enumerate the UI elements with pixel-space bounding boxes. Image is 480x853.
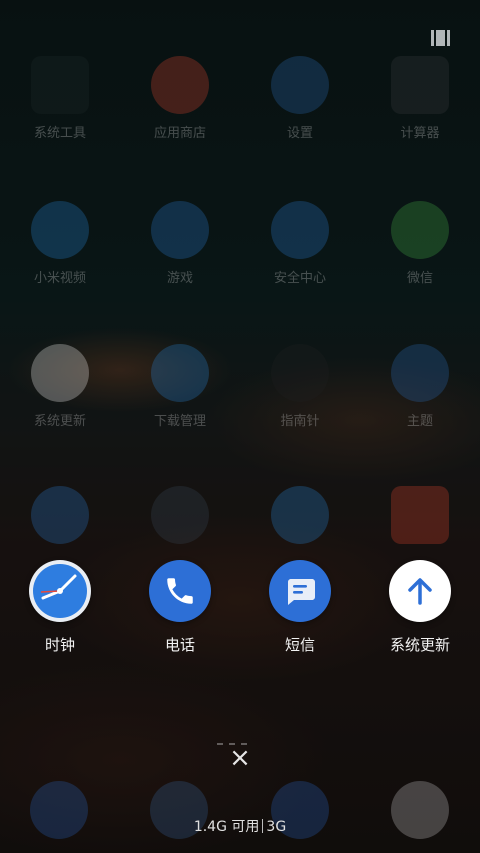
recent-app-phone[interactable]: 电话 [120, 560, 240, 655]
app-label: 系统更新 [389, 636, 450, 654]
bg-app-calculator: 计算器 [360, 56, 480, 166]
gamepad-icon [151, 201, 209, 259]
page-indicator [217, 730, 263, 745]
app-label: 安全中心 [273, 271, 326, 286]
bg-app-wechat: 微信 [360, 201, 480, 311]
bg-app-system-update: 系统更新 [0, 344, 120, 454]
bg-app-compass: 指南针 [240, 344, 360, 454]
play-icon [31, 201, 89, 259]
theme-icon [391, 344, 449, 402]
bg-app-themes: 主题 [360, 344, 480, 454]
folder-icon [31, 486, 89, 544]
gear-icon [271, 56, 329, 114]
background-dock [0, 775, 480, 853]
compass-icon [271, 344, 329, 402]
video-icon [151, 486, 209, 544]
message-icon [269, 560, 331, 622]
app-label: 时钟 [44, 636, 75, 654]
wechat-icon [391, 201, 449, 259]
divider [262, 819, 264, 833]
recent-app-system-update[interactable]: 系统更新 [360, 560, 480, 655]
app-label: 主题 [406, 414, 433, 429]
app-label: 计算器 [400, 126, 440, 141]
app-label: 系统更新 [33, 414, 86, 429]
app-label: 指南针 [280, 414, 320, 429]
bg-app-store: 应用商店 [120, 56, 240, 166]
app-label: 游戏 [166, 271, 193, 286]
memory-status: 1.4G 可用 3G [0, 816, 480, 836]
memory-available: 1.4G 可用 [193, 819, 260, 835]
bg-app-games: 游戏 [120, 201, 240, 311]
arrow-up-icon [389, 560, 451, 622]
app-label: 下载管理 [153, 414, 206, 429]
app-label: 短信 [284, 636, 315, 654]
clock-icon [271, 486, 329, 544]
recent-apps-row: 时钟 电话 短信 系统更新 [0, 560, 480, 660]
bg-app-downloads: 下载管理 [120, 344, 240, 454]
mi-store-icon [151, 56, 209, 114]
recent-app-messages[interactable]: 短信 [240, 560, 360, 655]
bg-app-security: 安全中心 [240, 201, 360, 311]
download-icon [151, 344, 209, 402]
bg-app-settings: 设置 [240, 56, 360, 166]
app-label: 应用商店 [153, 126, 206, 141]
app-label: 小米视频 [33, 271, 86, 286]
app-label: 电话 [164, 636, 195, 654]
phone-icon [149, 560, 211, 622]
multi-window-icon[interactable] [431, 30, 451, 46]
bg-app-mi-video: 小米视频 [0, 201, 120, 311]
calendar-icon [391, 486, 449, 544]
app-label: 微信 [406, 271, 433, 286]
recent-app-clock[interactable]: 时钟 [0, 560, 120, 655]
network-type: 3G [266, 819, 287, 835]
folder-grid-icon [31, 56, 89, 114]
arrow-up-icon [31, 344, 89, 402]
app-label: 设置 [286, 126, 313, 141]
bg-app-system-tools: 系统工具 [0, 56, 120, 166]
close-icon[interactable]: × [226, 744, 254, 772]
shield-icon [271, 201, 329, 259]
app-label: 系统工具 [33, 126, 86, 141]
calculator-icon [391, 56, 449, 114]
clock-icon [29, 560, 91, 622]
